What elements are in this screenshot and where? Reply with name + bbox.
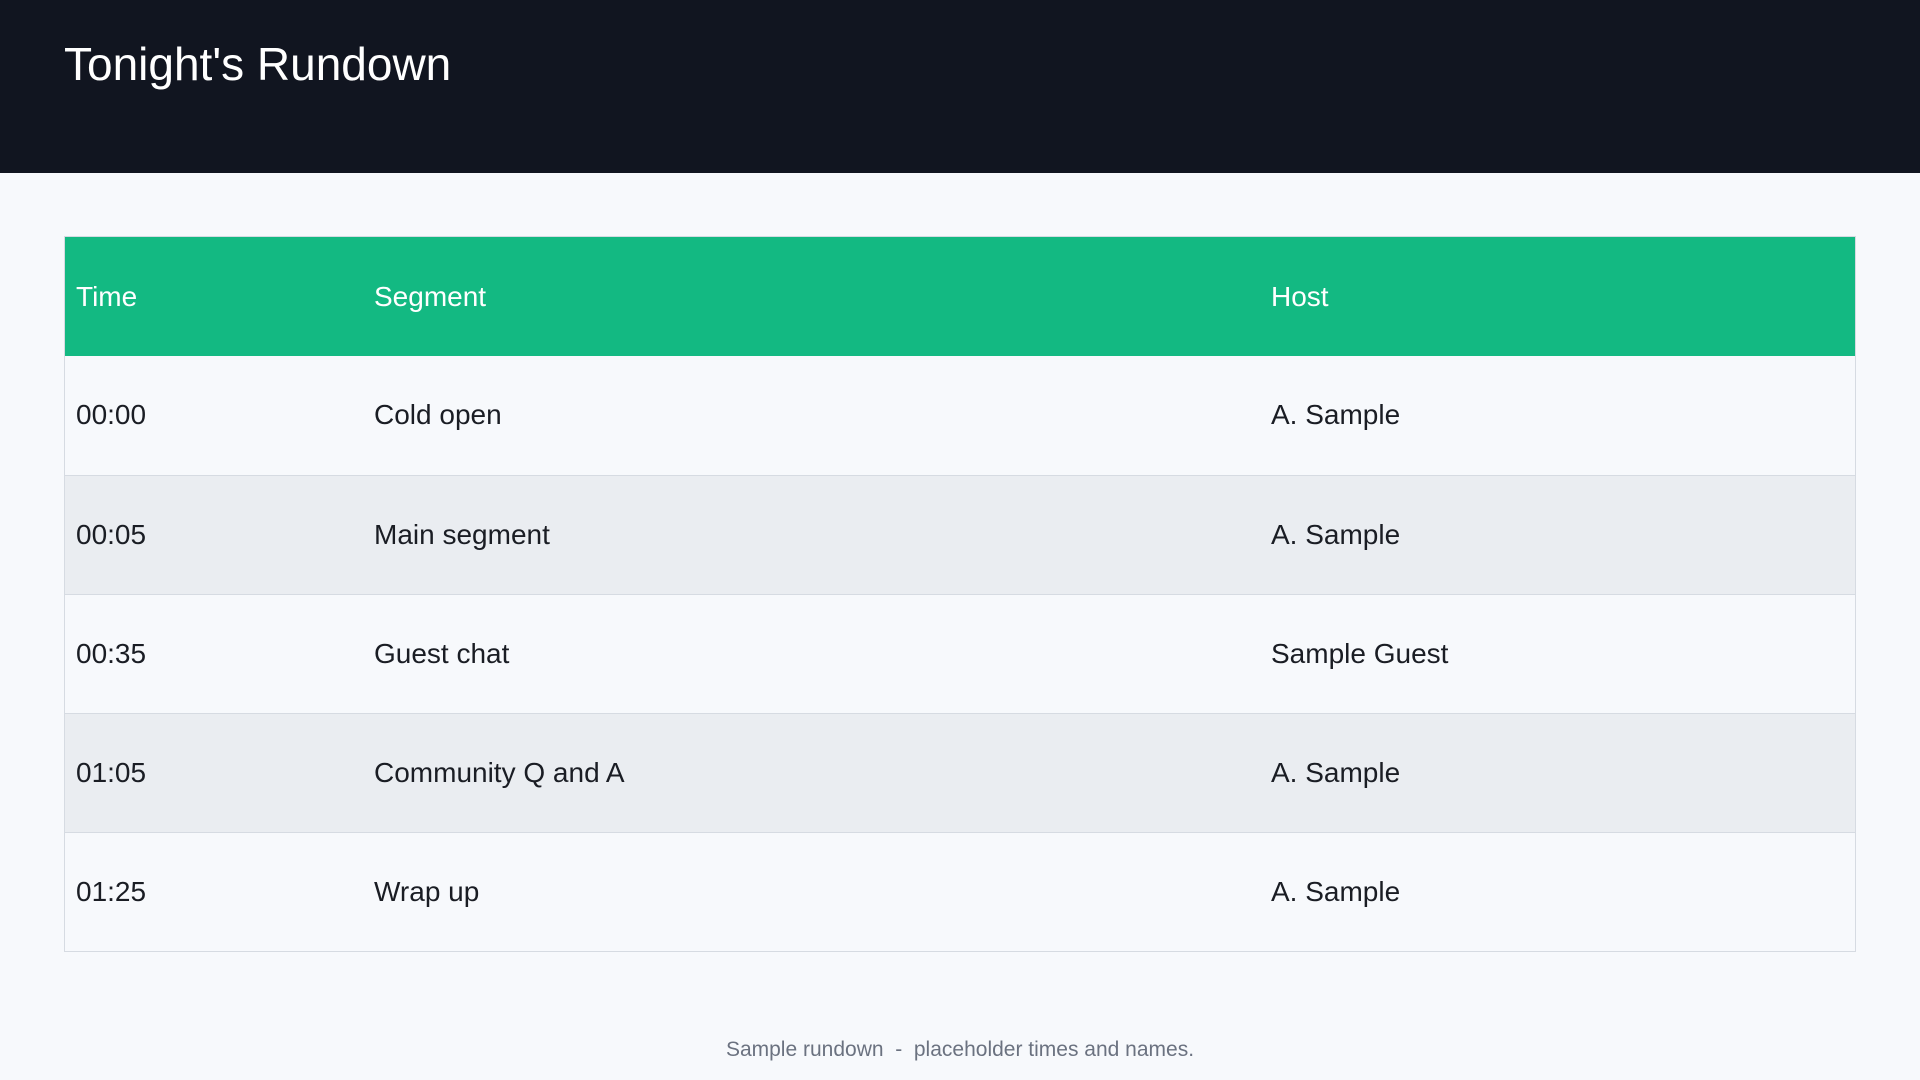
- column-header-host: Host: [1271, 280, 1329, 312]
- cell-host: A. Sample: [1271, 756, 1401, 788]
- cell-host: A. Sample: [1271, 875, 1401, 907]
- table-row: 01:05 Community Q and A A. Sample: [65, 713, 1855, 832]
- page-title: Tonight's Rundown: [64, 38, 452, 90]
- cell-host: Sample Guest: [1271, 637, 1449, 669]
- table-row: 01:25 Wrap up A. Sample: [65, 832, 1855, 951]
- cell-host: A. Sample: [1271, 518, 1401, 550]
- cell-time: 00:05: [76, 518, 147, 550]
- column-header-segment: Segment: [374, 280, 487, 312]
- cell-time: 01:05: [76, 756, 147, 788]
- cell-time: 00:35: [76, 637, 147, 669]
- table-header-row: Time Segment Host: [65, 237, 1855, 356]
- header-bar: Tonight's Rundown: [0, 0, 1920, 173]
- cell-host: A. Sample: [1271, 399, 1401, 431]
- table-row: 00:05 Main segment A. Sample: [65, 475, 1855, 594]
- cell-segment: Cold open: [374, 399, 502, 431]
- column-header-time: Time: [76, 280, 138, 312]
- cell-segment: Community Q and A: [374, 756, 625, 788]
- footer-note: Sample rundown - placeholder times and n…: [725, 1038, 1195, 1061]
- rundown-table: Time Segment Host 00:00 Cold open A. Sam…: [64, 236, 1856, 952]
- table-row: 00:35 Guest chat Sample Guest: [65, 594, 1855, 713]
- table-row: 00:00 Cold open A. Sample: [65, 356, 1855, 475]
- cell-time: 01:25: [76, 875, 147, 907]
- cell-segment: Main segment: [374, 518, 550, 550]
- cell-time: 00:00: [76, 399, 147, 431]
- cell-segment: Guest chat: [374, 637, 510, 669]
- cell-segment: Wrap up: [374, 875, 480, 907]
